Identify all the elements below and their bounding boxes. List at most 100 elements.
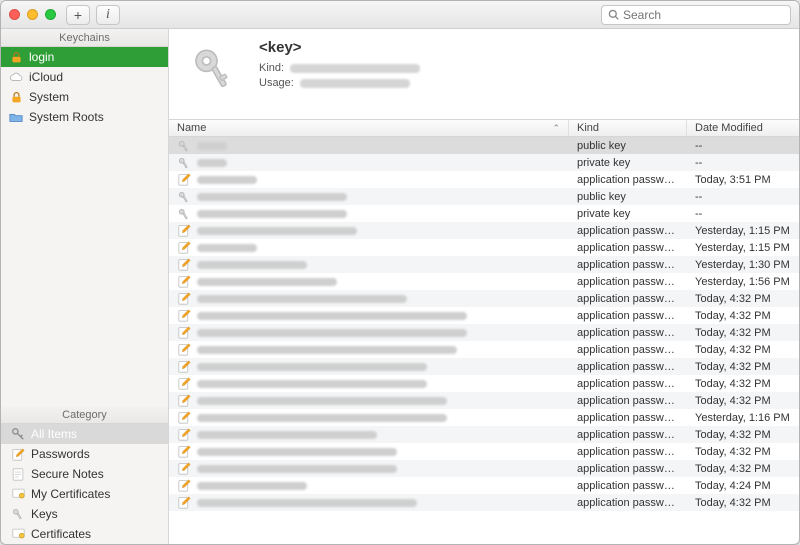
table-row[interactable]: private key-- [169,205,799,222]
row-date: -- [687,157,799,169]
key-icon [177,139,191,153]
table-row[interactable]: application passwordToday, 4:32 PM [169,460,799,477]
row-name-redacted [197,499,417,507]
folder-icon [9,110,23,124]
table-row[interactable]: application passwordToday, 4:32 PM [169,341,799,358]
preview-info: <key> Kind: Usage: [259,39,420,109]
table-row[interactable]: private key-- [169,154,799,171]
search-field[interactable] [601,5,791,25]
row-date: -- [687,191,799,203]
sidebar: Keychains loginiCloudSystemSystem Roots … [1,29,169,544]
traffic-lights [9,9,56,20]
table-row[interactable]: application passwordToday, 3:51 PM [169,171,799,188]
category-list: All Items Passwords Secure Notes My Certifi… [1,424,168,544]
pencil-icon [11,447,25,461]
row-name-redacted [197,142,227,150]
table-row[interactable]: application passwordToday, 4:32 PM [169,358,799,375]
keychain-item-system-roots[interactable]: System Roots [1,107,168,127]
row-kind: application password [569,259,687,271]
category-item-passwords[interactable]: Passwords [1,444,168,464]
row-kind: application password [569,412,687,424]
column-header-name[interactable]: Name⌃ [169,120,569,136]
keychain-item-login[interactable]: login [1,47,168,67]
add-button[interactable]: + [66,5,90,25]
category-item-keys[interactable]: Keys [1,504,168,524]
row-kind: application password [569,446,687,458]
pencil-icon [177,377,191,391]
row-date: -- [687,208,799,220]
usage-value-redacted [300,79,410,88]
pencil-icon [177,275,191,289]
pencil-icon [177,445,191,459]
row-date: Today, 4:32 PM [687,293,799,305]
row-date: Today, 4:32 PM [687,463,799,475]
column-header-kind[interactable]: Kind [569,120,687,136]
row-date: -- [687,140,799,152]
cert-icon [11,527,25,541]
table-row[interactable]: application passwordYesterday, 1:56 PM [169,273,799,290]
column-date-label: Date Modified [695,122,763,134]
row-date: Yesterday, 1:15 PM [687,242,799,254]
row-name-redacted [197,363,427,371]
table-row[interactable]: application passwordYesterday, 1:30 PM [169,256,799,273]
table-row[interactable]: application passwordToday, 4:32 PM [169,307,799,324]
row-name-redacted [197,210,347,218]
zoom-window-button[interactable] [45,9,56,20]
row-name-redacted [197,397,447,405]
table-row[interactable]: application passwordYesterday, 1:15 PM [169,222,799,239]
row-date: Today, 4:32 PM [687,344,799,356]
table-row[interactable]: application passwordToday, 4:32 PM [169,426,799,443]
category-item-all-items[interactable]: All Items [1,424,168,444]
pencil-icon [177,326,191,340]
keychain-item-icloud[interactable]: iCloud [1,67,168,87]
table-row[interactable]: application passwordToday, 4:32 PM [169,290,799,307]
minimize-window-button[interactable] [27,9,38,20]
large-key-icon [183,39,243,99]
row-name-redacted [197,278,337,286]
row-name-redacted [197,431,377,439]
keys-icon [11,427,25,441]
table-row[interactable]: application passwordToday, 4:24 PM [169,477,799,494]
row-date: Today, 4:24 PM [687,480,799,492]
column-header-date[interactable]: Date Modified [687,120,799,136]
sidebar-item-label: Secure Notes [31,467,104,481]
category-item-my-certificates[interactable]: My Certificates [1,484,168,504]
table-header: Name⌃ Kind Date Modified [169,119,799,137]
table-row[interactable]: application passwordYesterday, 1:15 PM [169,239,799,256]
row-name-redacted [197,380,427,388]
close-window-button[interactable] [9,9,20,20]
usage-label: Usage: [259,77,294,89]
table-row[interactable]: application passwordToday, 4:32 PM [169,324,799,341]
keychain-access-window: + i Keychains loginiCloudSystemSystem Ro… [0,0,800,545]
cert-icon [11,487,25,501]
row-date: Yesterday, 1:16 PM [687,412,799,424]
row-date: Today, 4:32 PM [687,327,799,339]
row-name-redacted [197,346,457,354]
row-date: Today, 4:32 PM [687,429,799,441]
table-body[interactable]: public key--private key--application pas… [169,137,799,544]
table-row[interactable]: application passwordYesterday, 1:16 PM [169,409,799,426]
sidebar-item-label: All Items [31,427,77,441]
note-icon [11,467,25,481]
row-name-redacted [197,227,357,235]
table-row[interactable]: application passwordToday, 4:32 PM [169,443,799,460]
category-item-secure-notes[interactable]: Secure Notes [1,464,168,484]
sidebar-item-label: iCloud [29,70,63,84]
item-preview: <key> Kind: Usage: [169,29,799,119]
category-item-certificates[interactable]: Certificates [1,524,168,544]
lock-orange-icon [9,50,23,64]
info-button[interactable]: i [96,5,120,25]
keychain-item-system[interactable]: System [1,87,168,107]
kind-label: Kind: [259,62,284,74]
table-row[interactable]: public key-- [169,137,799,154]
sidebar-item-label: login [29,50,54,64]
row-name-redacted [197,244,257,252]
table-row[interactable]: public key-- [169,188,799,205]
table-row[interactable]: application passwordToday, 4:32 PM [169,494,799,511]
row-kind: application password [569,174,687,186]
table-row[interactable]: application passwordToday, 4:32 PM [169,375,799,392]
table-row[interactable]: application passwordToday, 4:32 PM [169,392,799,409]
search-input[interactable] [623,8,784,22]
pencil-icon [177,258,191,272]
pencil-icon [177,462,191,476]
